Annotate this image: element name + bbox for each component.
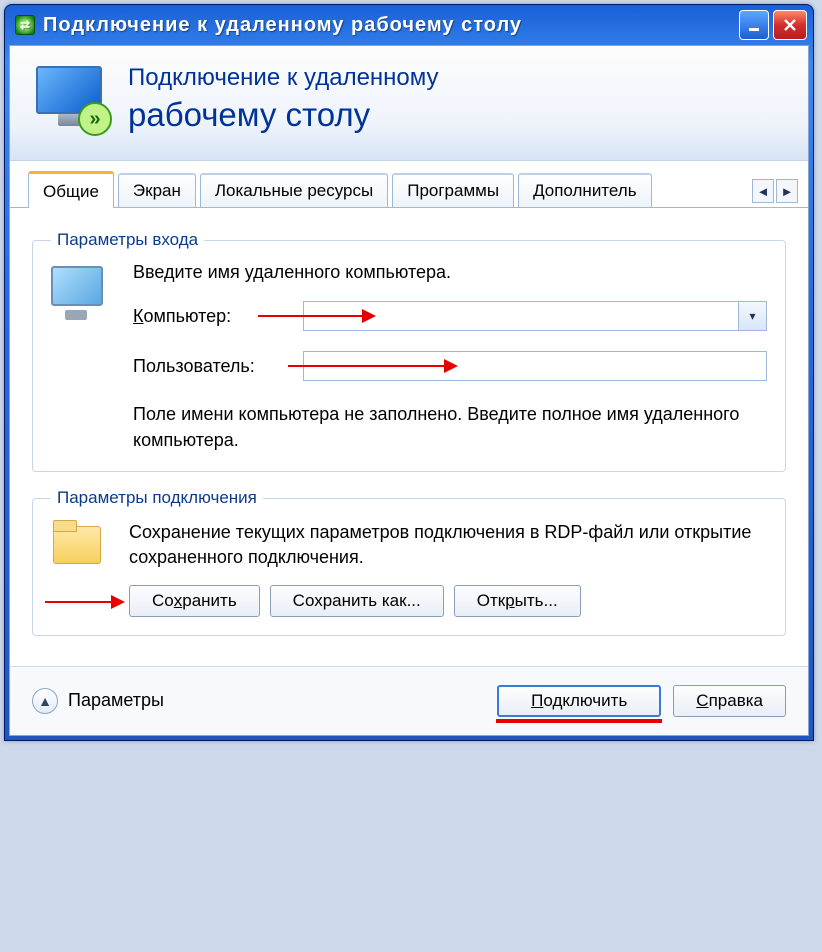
window-controls xyxy=(739,10,807,40)
connection-group: Параметры подключения Сохранение текущих… xyxy=(32,488,786,635)
tab-advanced[interactable]: Дополнитель xyxy=(518,173,652,207)
annotation-arrow-icon xyxy=(45,601,123,603)
dialog-header: » Подключение к удаленному рабочему стол… xyxy=(10,46,808,161)
window-title: Подключение к удаленному рабочему столу xyxy=(43,14,739,37)
tab-strip: Общие Экран Локальные ресурсы Программы … xyxy=(10,161,808,208)
tab-content: Параметры входа Введите имя удаленного к… xyxy=(10,208,808,666)
rdp-window: ⇄ Подключение к удаленному рабочему стол… xyxy=(4,4,814,741)
tab-local-resources[interactable]: Локальные ресурсы xyxy=(200,173,388,207)
dialog-footer: ▲ Параметры Подключить Справка xyxy=(10,666,808,735)
annotation-arrow-icon xyxy=(288,365,456,367)
header-text: Подключение к удаленному рабочему столу xyxy=(128,64,439,134)
login-instruction: Введите имя удаленного компьютера. xyxy=(133,262,767,283)
connect-button[interactable]: Подключить xyxy=(497,685,661,717)
app-icon: ⇄ xyxy=(15,15,35,35)
open-button[interactable]: Открыть... xyxy=(454,585,581,617)
login-group: Параметры входа Введите имя удаленного к… xyxy=(32,230,786,472)
annotation-underline xyxy=(496,719,662,723)
client-area: » Подключение к удаленному рабочему стол… xyxy=(9,45,809,736)
folder-icon xyxy=(51,520,109,568)
tab-scroll-left[interactable]: ◄ xyxy=(752,179,774,203)
help-button[interactable]: Справка xyxy=(673,685,786,717)
tab-scroll: ◄ ► xyxy=(752,179,798,207)
save-as-button[interactable]: Сохранить как... xyxy=(270,585,444,617)
close-button[interactable] xyxy=(773,10,807,40)
tab-programs[interactable]: Программы xyxy=(392,173,514,207)
annotation-arrow-icon xyxy=(258,315,374,317)
connection-text: Сохранение текущих параметров подключени… xyxy=(129,520,767,570)
chevron-up-icon[interactable]: ▲ xyxy=(32,688,58,714)
user-row: Пользователь: xyxy=(133,351,767,381)
user-label: Пользователь: xyxy=(133,356,303,377)
header-line1: Подключение к удаленному xyxy=(128,64,439,92)
computer-hint: Поле имени компьютера не заполнено. Введ… xyxy=(133,401,767,453)
options-toggle[interactable]: ▲ Параметры xyxy=(32,688,164,714)
chevron-down-icon[interactable]: ▾ xyxy=(738,302,766,330)
connection-legend: Параметры подключения xyxy=(51,488,263,508)
save-button[interactable]: Сохранить xyxy=(129,585,260,617)
tab-scroll-right[interactable]: ► xyxy=(776,179,798,203)
tab-display[interactable]: Экран xyxy=(118,173,196,207)
login-legend: Параметры входа xyxy=(51,230,204,250)
computer-icon xyxy=(51,266,113,322)
rdp-icon: » xyxy=(30,64,110,134)
tab-general[interactable]: Общие xyxy=(28,171,114,208)
computer-row: Компьютер: ▾ xyxy=(133,301,767,331)
minimize-button[interactable] xyxy=(739,10,769,40)
header-line2: рабочему столу xyxy=(128,96,439,134)
titlebar[interactable]: ⇄ Подключение к удаленному рабочему стол… xyxy=(5,5,813,45)
